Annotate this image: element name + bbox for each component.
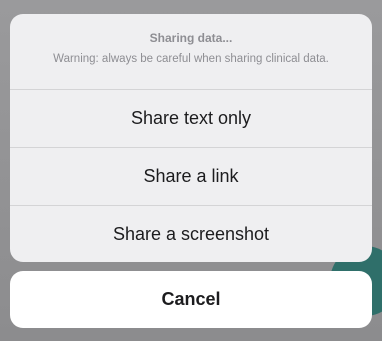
share-link-button[interactable]: Share a link [10, 148, 372, 206]
cancel-button[interactable]: Cancel [10, 271, 372, 328]
share-screenshot-button[interactable]: Share a screenshot [10, 206, 372, 262]
action-sheet-header: Sharing data... Warning: always be caref… [10, 14, 372, 90]
action-sheet-warning-message: Warning: always be careful when sharing … [53, 53, 329, 65]
action-sheet-title: Sharing data... [149, 31, 233, 45]
share-text-only-button[interactable]: Share text only [10, 90, 372, 148]
share-action-sheet: Sharing data... Warning: always be caref… [10, 14, 372, 262]
